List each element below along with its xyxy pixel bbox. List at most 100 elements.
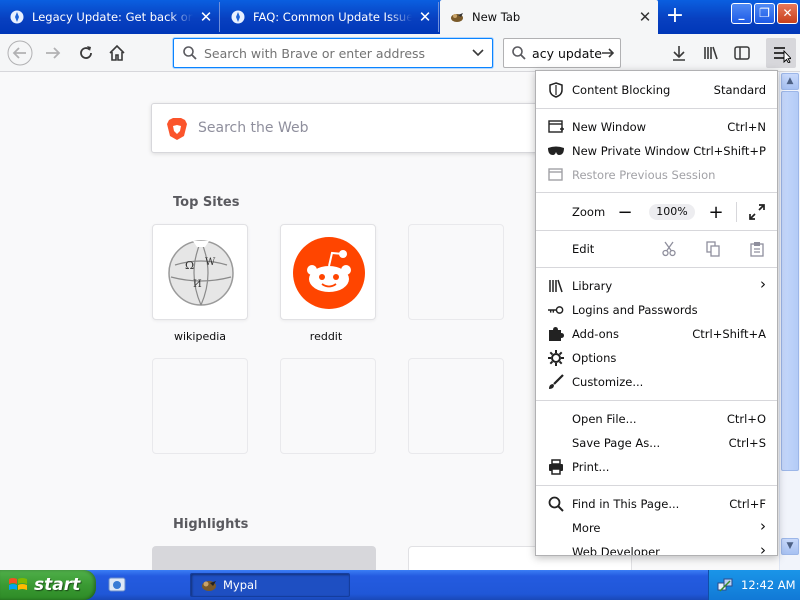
clock[interactable]: 12:42 AM — [741, 578, 796, 592]
options-item[interactable]: Options — [536, 346, 777, 370]
top-site-empty[interactable] — [152, 358, 248, 454]
svg-text:W: W — [205, 257, 216, 268]
tab-faq[interactable]: FAQ: Common Update Issues - Le ✕ — [221, 2, 439, 32]
tab-close-icon[interactable]: ✕ — [412, 8, 438, 26]
zoom-reset-button[interactable]: 100% — [649, 204, 695, 220]
menu-separator — [536, 267, 777, 268]
taskbar-item-mypal[interactable]: Mypal — [190, 573, 350, 597]
minimize-button[interactable]: _ — [731, 3, 752, 24]
downloads-button[interactable] — [664, 38, 694, 68]
menu-separator — [536, 400, 777, 401]
sidebar-button[interactable] — [727, 38, 757, 68]
svg-text:И: И — [193, 279, 202, 290]
back-arrow-icon — [7, 40, 33, 66]
addons-item[interactable]: Add-ons Ctrl+Shift+A — [536, 322, 777, 346]
wikipedia-globe-icon: Ω W И — [168, 240, 234, 306]
menu-item-label: Restore Previous Session — [572, 168, 716, 182]
highlight-card[interactable] — [152, 546, 376, 570]
search-bar[interactable]: legacy update — [503, 38, 621, 68]
print-item[interactable]: Print... — [536, 455, 777, 479]
vertical-scrollbar[interactable]: ▲ ▼ — [779, 72, 800, 570]
zoom-out-button[interactable]: − — [613, 200, 637, 224]
close-icon: ✕ — [782, 6, 793, 20]
new-tab-button[interactable]: + — [660, 4, 690, 30]
reload-button[interactable] — [71, 38, 101, 68]
close-window-button[interactable]: ✕ — [777, 3, 798, 24]
chevron-down-icon[interactable] — [472, 48, 484, 58]
tab-close-icon[interactable]: ✕ — [632, 8, 658, 26]
zoom-controls: Zoom − 100% + — [536, 200, 777, 224]
find-in-page-item[interactable]: Find in This Page... Ctrl+F — [536, 492, 777, 516]
restore-session-item[interactable]: Restore Previous Session — [536, 163, 777, 187]
menu-item-label: Web Developer — [572, 545, 660, 556]
submenu-arrow-icon: › — [760, 517, 766, 535]
library-item[interactable]: Library › — [536, 274, 777, 298]
tab-close-icon[interactable]: ✕ — [193, 8, 219, 26]
scroll-down-arrow-icon[interactable]: ▼ — [781, 538, 799, 555]
top-site-reddit[interactable] — [280, 224, 376, 320]
zoom-divider — [736, 202, 737, 222]
more-item[interactable]: More › — [536, 516, 777, 540]
open-file-item[interactable]: Open File... Ctrl+O — [536, 407, 777, 431]
forward-arrow-icon — [46, 47, 61, 59]
home-button[interactable] — [102, 38, 132, 68]
menu-item-label: Edit — [572, 242, 595, 256]
reddit-alien-icon — [293, 237, 365, 309]
library-button[interactable] — [696, 38, 726, 68]
content-blocking-item[interactable]: Content Blocking Standard — [536, 78, 777, 102]
menu-item-label: More — [572, 521, 601, 535]
forward-button[interactable] — [38, 38, 68, 68]
web-developer-item[interactable]: Web Developer › — [536, 540, 777, 556]
top-site-empty[interactable] — [408, 358, 504, 454]
top-sites-heading: Top Sites — [173, 195, 240, 210]
minimize-icon: _ — [738, 6, 745, 20]
menu-item-label: New Private Window — [572, 144, 690, 158]
app-menu-button[interactable] — [766, 38, 796, 68]
new-window-icon — [548, 119, 564, 135]
url-bar[interactable] — [173, 38, 493, 68]
new-window-item[interactable]: New Window Ctrl+N — [536, 115, 777, 139]
top-site-wikipedia[interactable]: Ω W И — [152, 224, 248, 320]
start-button[interactable]: start — [0, 570, 96, 600]
customize-item[interactable]: Customize... — [536, 370, 777, 394]
menu-item-label: Print... — [572, 460, 610, 474]
network-icon[interactable] — [717, 577, 733, 593]
zoom-in-button[interactable]: + — [704, 200, 728, 224]
private-mask-icon — [548, 143, 564, 159]
copy-button[interactable] — [703, 240, 723, 258]
scroll-up-arrow-icon[interactable]: ▲ — [781, 73, 799, 90]
quick-launch-icon[interactable] — [108, 576, 126, 594]
highlights-heading: Highlights — [173, 517, 249, 532]
menu-item-shortcut: Ctrl+N — [727, 120, 766, 134]
download-icon — [673, 46, 685, 61]
submenu-arrow-icon: › — [760, 275, 766, 293]
app-menu-panel: Content Blocking Standard New Window Ctr… — [535, 70, 778, 556]
maximize-button[interactable]: ❐ — [754, 3, 775, 24]
new-private-window-item[interactable]: New Private Window Ctrl+Shift+P — [536, 139, 777, 163]
menu-item-shortcut: Ctrl+Shift+P — [693, 144, 766, 158]
sidebar-icon — [734, 46, 750, 60]
scrollbar-thumb[interactable] — [781, 91, 799, 471]
search-input[interactable]: legacy update — [532, 46, 602, 61]
fullscreen-button[interactable] — [745, 200, 769, 224]
menu-item-shortcut: Ctrl+O — [726, 412, 766, 426]
top-site-empty[interactable] — [280, 358, 376, 454]
top-site-label: wikipedia — [173, 330, 226, 343]
brave-lion-icon — [167, 118, 187, 140]
save-page-item[interactable]: Save Page As... Ctrl+S — [536, 431, 777, 455]
go-arrow-icon[interactable] — [600, 45, 616, 61]
cut-button[interactable] — [659, 240, 679, 258]
back-button[interactable] — [5, 38, 35, 68]
copy-icon — [706, 241, 720, 257]
tab-new-tab[interactable]: New Tab ✕ — [440, 0, 658, 34]
menu-item-label: Save Page As... — [572, 436, 661, 450]
paste-button[interactable] — [747, 240, 767, 258]
tab-legacy-update[interactable]: Legacy Update: Get back online, active ✕ — [0, 2, 220, 32]
menu-separator — [536, 230, 777, 231]
logins-passwords-item[interactable]: Logins and Passwords — [536, 298, 777, 322]
library-icon — [704, 46, 718, 60]
top-site-empty[interactable] — [408, 224, 504, 320]
url-input[interactable] — [204, 43, 454, 63]
navigation-toolbar: legacy update — [0, 34, 800, 72]
windows-logo-icon — [9, 578, 27, 590]
